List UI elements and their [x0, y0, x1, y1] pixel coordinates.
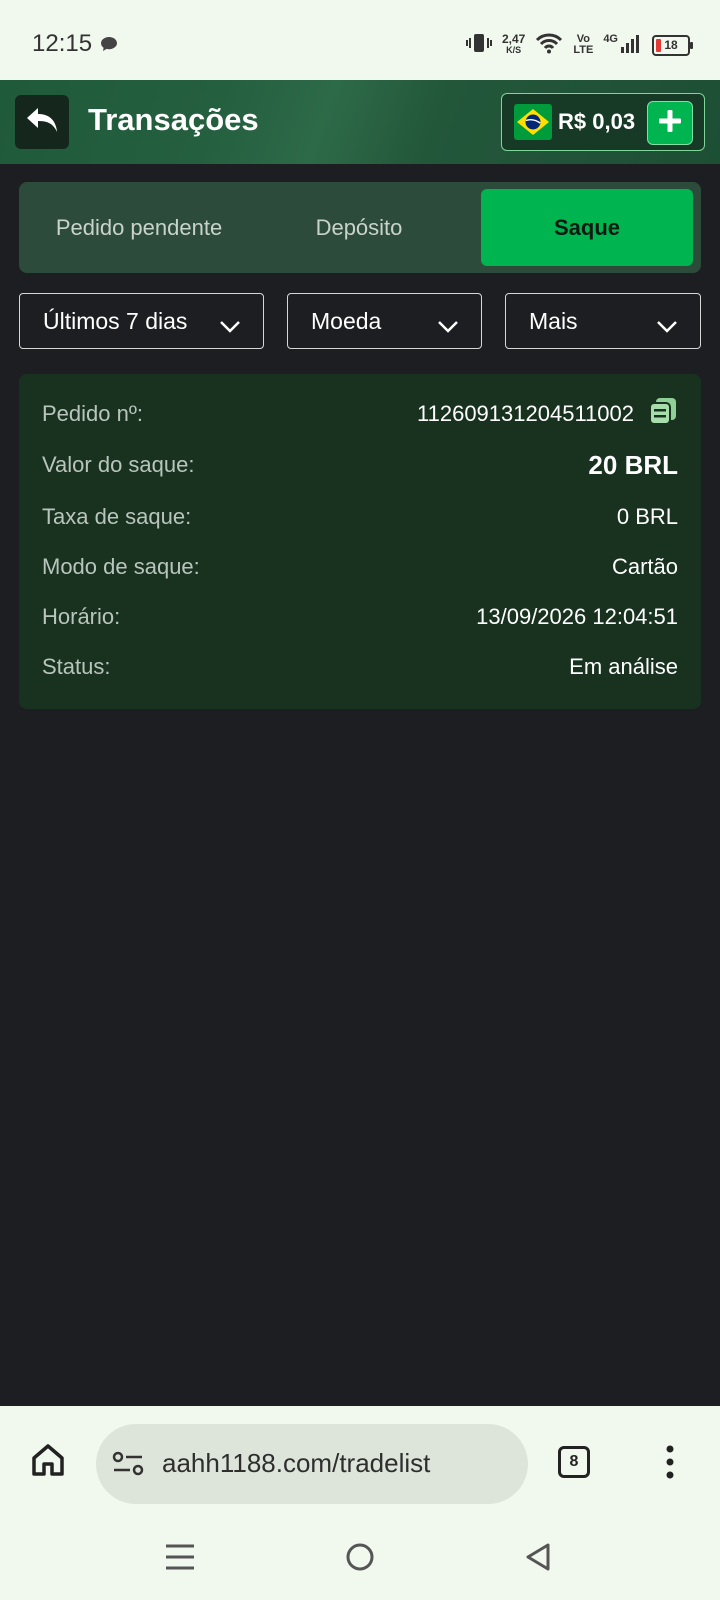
deposit-plus-button[interactable] [647, 101, 693, 145]
chevron-down-icon [219, 313, 241, 340]
period-filter-dropdown[interactable]: Últimos 7 dias [19, 293, 264, 349]
battery-level: 18 [664, 38, 678, 52]
browser-toolbar: aahh1188.com/tradelist 8 [0, 1406, 720, 1516]
withdrawal-mode-label: Modo de saque: [42, 554, 200, 579]
withdrawal-amount-value: 20 BRL [588, 449, 678, 480]
order-number-value: 112609131204511002 [417, 401, 634, 426]
volte-indicator: Vo LTE [573, 34, 593, 56]
chevron-down-icon [437, 313, 459, 340]
status-value: Em análise [569, 654, 678, 679]
address-bar[interactable]: aahh1188.com/tradelist [96, 1424, 528, 1504]
time-label: Horário: [42, 604, 121, 629]
net-speed-value: 2,47 [501, 32, 526, 46]
status-bar: 12:15 2,47 K/S Vo LTE 4G 18 [0, 0, 720, 80]
back-triangle-icon[interactable] [524, 1542, 552, 1577]
more-options-icon[interactable] [664, 1444, 676, 1485]
back-arrow-icon [25, 105, 59, 140]
currency-filter-label: Moeda [311, 307, 382, 334]
currency-filter-dropdown[interactable]: Moeda [287, 293, 482, 349]
battery-icon: 18 [652, 34, 693, 56]
withdrawal-amount-label: Valor do saque: [42, 452, 195, 477]
withdrawal-fee-value: 0 BRL [616, 504, 678, 529]
plus-icon [657, 108, 683, 139]
more-filter-label: Mais [529, 307, 578, 334]
status-time: 12:15 [32, 30, 93, 57]
tab-pending-order[interactable]: Pedido pendente [19, 189, 259, 266]
withdrawal-fee-row: Taxa de saque: 0 BRL [42, 497, 678, 537]
home-icon[interactable] [30, 1442, 66, 1483]
site-settings-icon[interactable] [112, 1450, 146, 1483]
chat-notification-icon [100, 36, 118, 57]
withdrawal-amount-row: Valor do saque: 20 BRL [42, 445, 678, 485]
time-row: Horário: 13/09/2026 12:04:51 [42, 597, 678, 637]
more-filter-dropdown[interactable]: Mais [505, 293, 701, 349]
order-number-label: Pedido nº: [42, 401, 143, 426]
withdrawal-fee-label: Taxa de saque: [42, 504, 192, 529]
net-speed-unit: K/S [506, 45, 522, 55]
signal-icon [620, 32, 642, 59]
wifi-icon [535, 32, 563, 59]
tab-withdrawal[interactable]: Saque [481, 189, 693, 266]
home-circle-icon[interactable] [345, 1542, 375, 1577]
page-title: Transações [88, 102, 259, 137]
back-button[interactable] [15, 95, 69, 149]
withdrawal-mode-row: Modo de saque: Cartão [42, 547, 678, 587]
order-number-row: Pedido nº: 112609131204511002 [42, 394, 678, 434]
status-label: Status: [42, 654, 111, 679]
transaction-tabs: Pedido pendente Depósito Saque [19, 182, 701, 273]
transaction-card: Pedido nº: 112609131204511002 Valor do s… [19, 374, 701, 709]
network-type: 4G [603, 33, 618, 45]
balance-widget[interactable]: R$ 0,03 [501, 93, 705, 151]
withdrawal-mode-value: Cartão [611, 554, 678, 579]
copy-icon[interactable] [648, 396, 678, 432]
period-filter-label: Últimos 7 dias [43, 307, 188, 334]
status-row: Status: Em análise [42, 647, 678, 687]
chevron-down-icon [656, 313, 678, 340]
url-text: aahh1188.com/tradelist [162, 1448, 431, 1478]
vibrate-icon [465, 32, 492, 59]
balance-amount: R$ 0,03 [558, 109, 636, 134]
time-value: 13/09/2026 12:04:51 [476, 604, 678, 629]
tab-switcher-button[interactable]: 8 [558, 1446, 590, 1478]
volte-bottom: LTE [573, 44, 594, 56]
system-navigation-bar [0, 1516, 720, 1600]
app-header: Transações R$ 0,03 [0, 80, 720, 164]
network-speed: 2,47 K/S [501, 32, 526, 56]
tab-deposit[interactable]: Depósito [259, 189, 459, 266]
brazil-flag-icon [514, 104, 552, 140]
recent-apps-icon[interactable] [166, 1542, 194, 1577]
